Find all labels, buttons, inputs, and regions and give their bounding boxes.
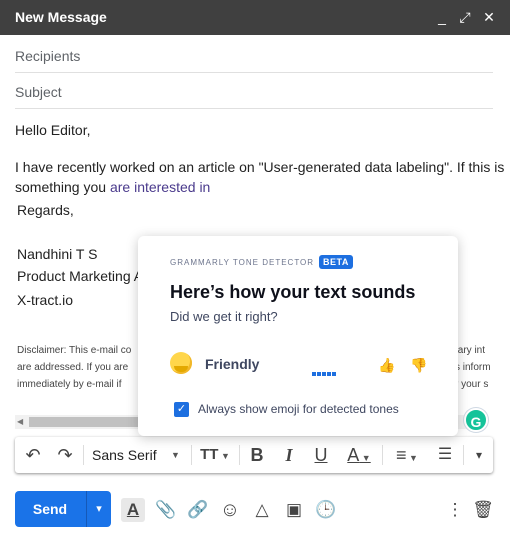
chevron-down-icon: ▼ bbox=[359, 453, 371, 463]
redo-icon[interactable]: ↷ bbox=[53, 443, 77, 467]
expand-icon[interactable]: ⤢ bbox=[455, 7, 475, 27]
divider bbox=[239, 445, 240, 465]
compose-titlebar: New Message _ ⤢ ✕ bbox=[0, 0, 510, 35]
align-button[interactable]: ≡ ▼ bbox=[389, 443, 425, 467]
photo-icon[interactable]: ▣ bbox=[282, 498, 306, 522]
formatting-options-icon[interactable]: A bbox=[121, 498, 145, 522]
close-icon[interactable]: ✕ bbox=[479, 7, 499, 27]
minimize-button[interactable]: _ bbox=[432, 7, 452, 27]
emoji-icon[interactable]: ☺ bbox=[218, 498, 242, 522]
card-header: GRAMMARLY TONE DETECTOR bbox=[170, 258, 315, 267]
intensity-dot bbox=[312, 372, 316, 376]
chevron-down-icon: ▼ bbox=[171, 450, 180, 460]
highlighted-phrase: are interested in bbox=[109, 179, 211, 195]
scroll-left-icon[interactable]: ◀ bbox=[17, 417, 23, 426]
send-options-icon[interactable]: ▾ bbox=[87, 491, 111, 527]
divider bbox=[463, 445, 464, 465]
text-color-button[interactable]: A ▼ bbox=[341, 443, 377, 467]
disclaimer-line-3-right: r your s bbox=[455, 379, 489, 390]
drive-icon[interactable]: △ bbox=[250, 498, 274, 522]
chevron-down-icon: ▼ bbox=[218, 451, 230, 461]
numbered-list-icon[interactable]: ☰ bbox=[433, 443, 457, 467]
signature-name: Nandhini T S bbox=[17, 246, 98, 262]
intensity-dot bbox=[327, 372, 331, 376]
checkbox-label: Always show emoji for detected tones bbox=[198, 402, 399, 416]
card-subtitle: Did we get it right? bbox=[170, 309, 278, 324]
intensity-dot bbox=[332, 372, 336, 376]
regards-text: Regards, bbox=[17, 202, 74, 218]
trash-icon[interactable]: 🗑 bbox=[471, 498, 495, 522]
card-title: Here’s how your text sounds bbox=[170, 282, 416, 302]
recipients-field[interactable]: Recipients bbox=[15, 37, 493, 73]
chevron-down-icon: ▼ bbox=[406, 453, 418, 463]
disclaimer-line-2-left: are addressed. If you are bbox=[17, 362, 129, 373]
intensity-dot bbox=[322, 372, 326, 376]
thumbs-up-icon[interactable]: 👍 bbox=[378, 357, 395, 373]
bold-button[interactable]: B bbox=[245, 443, 269, 467]
signature-title: Product Marketing A bbox=[17, 268, 144, 284]
divider bbox=[382, 445, 383, 465]
attach-icon[interactable]: 📎 bbox=[154, 498, 178, 522]
formatting-toolbar: ↶ ↷ Sans Serif ▼ TT ▼ B I U A ▼ ≡ ▼ ☰ ▾ bbox=[15, 437, 493, 473]
send-button[interactable]: Send bbox=[15, 491, 85, 527]
text-size-icon: TT bbox=[200, 446, 219, 463]
send-button-group: Send ▾ bbox=[15, 491, 111, 527]
body-line-1: I have recently worked on an article on … bbox=[15, 159, 505, 175]
grammarly-badge[interactable]: G bbox=[464, 408, 488, 432]
disclaimer-line-3-left: immediately by e-mail if bbox=[17, 379, 122, 390]
underline-button[interactable]: U bbox=[309, 443, 333, 467]
tone-label: Friendly bbox=[205, 356, 260, 372]
font-family-select[interactable]: Sans Serif ▼ bbox=[89, 443, 185, 467]
italic-button[interactable]: I bbox=[277, 443, 301, 467]
font-size-button[interactable]: TT ▼ bbox=[197, 443, 233, 467]
disclaimer-line-1-right: tary int bbox=[455, 345, 486, 356]
hugging-face-emoji-icon bbox=[170, 352, 192, 374]
link-icon[interactable]: 🔗 bbox=[186, 498, 210, 522]
more-formatting-icon[interactable]: ▾ bbox=[469, 443, 489, 467]
more-options-icon[interactable]: ⋮ bbox=[443, 498, 467, 522]
thumbs-down-icon[interactable]: 👎 bbox=[410, 357, 427, 373]
tone-detector-card: GRAMMARLY TONE DETECTOR BETA Here’s how … bbox=[138, 236, 458, 436]
align-icon: ≡ bbox=[396, 445, 407, 465]
divider bbox=[191, 445, 192, 465]
body-line-2-prefix: something you bbox=[15, 179, 110, 195]
tone-intensity-meter bbox=[312, 363, 337, 381]
undo-icon[interactable]: ↶ bbox=[21, 443, 45, 467]
greeting-text: Hello Editor, bbox=[15, 122, 91, 138]
schedule-icon[interactable]: 🕒 bbox=[314, 498, 338, 522]
divider bbox=[83, 445, 84, 465]
signature-company: X-tract.io bbox=[17, 292, 74, 308]
window-title: New Message bbox=[15, 9, 107, 25]
disclaimer-line-1-left: Disclaimer: This e-mail co bbox=[17, 345, 132, 356]
body-line-2: something you are interested in bbox=[15, 179, 210, 195]
beta-badge: BETA bbox=[319, 255, 353, 269]
text-color-icon: A bbox=[347, 445, 360, 465]
always-show-emoji-checkbox[interactable]: ✓ bbox=[174, 402, 189, 417]
font-family-value: Sans Serif bbox=[92, 447, 157, 463]
subject-field[interactable]: Subject bbox=[15, 73, 493, 109]
disclaimer-line-2-right: s inform bbox=[455, 362, 491, 373]
intensity-dot bbox=[317, 372, 321, 376]
